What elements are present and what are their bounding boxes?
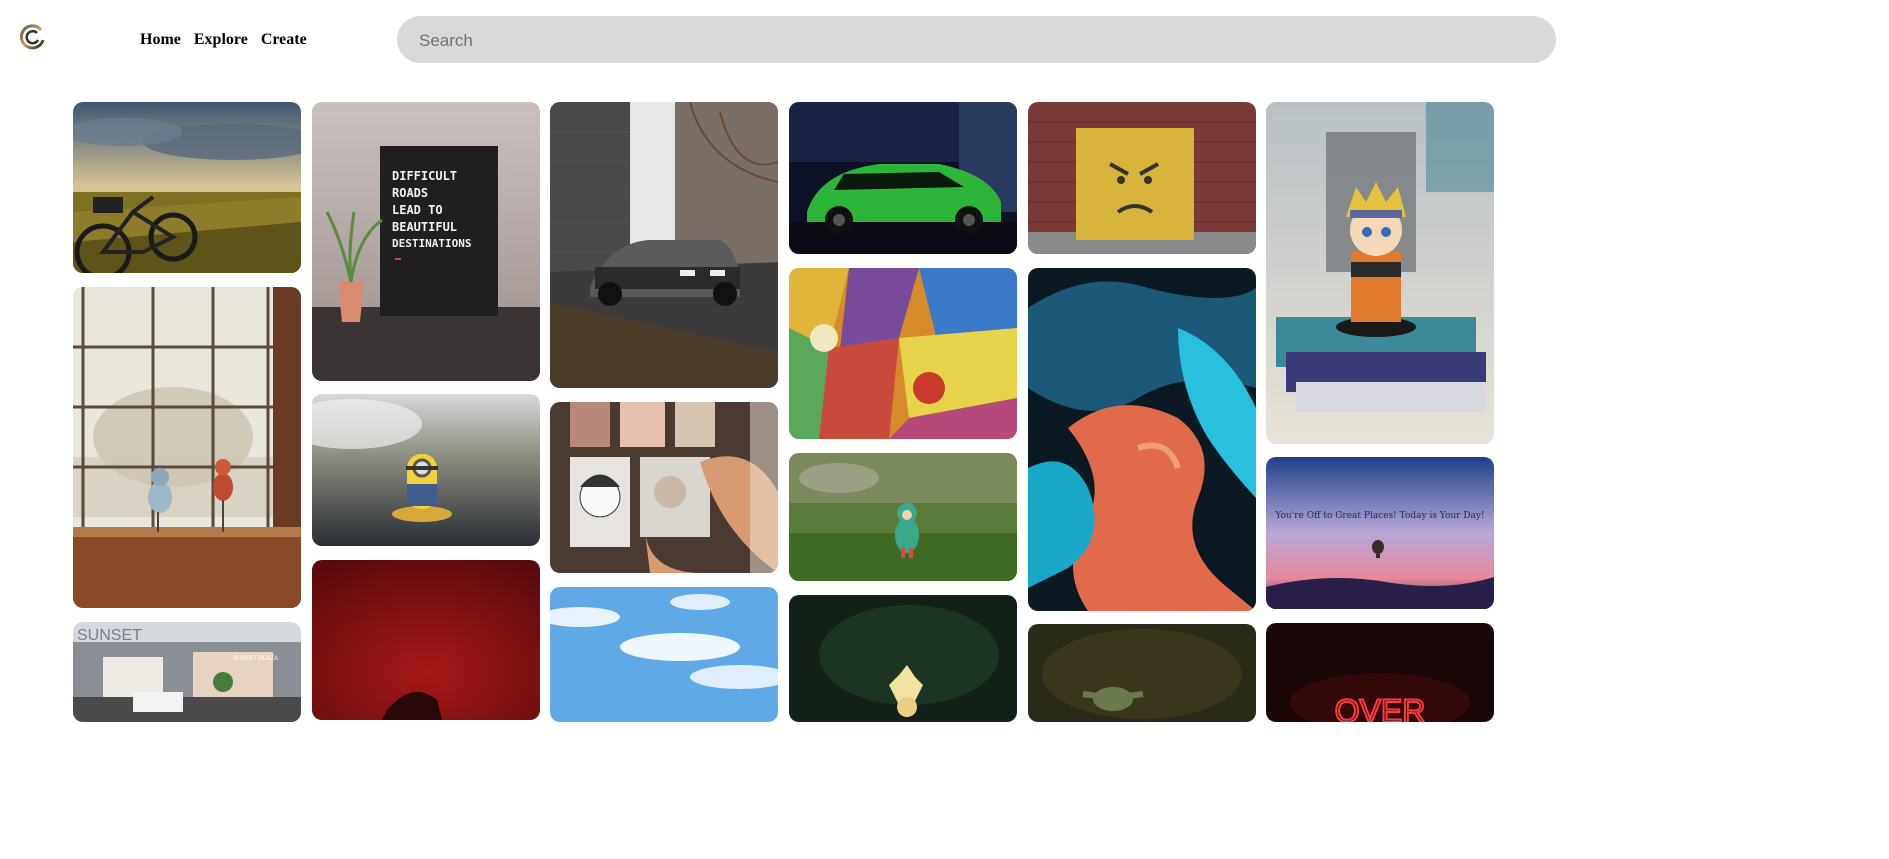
- mural-image: [789, 268, 1017, 439]
- fluid-art-image: [1028, 268, 1256, 611]
- anime-drawings-image: [550, 402, 778, 573]
- photo-anime-drawings[interactable]: [550, 402, 778, 573]
- baby-yoda-image: [1028, 624, 1256, 722]
- photo-naruto-figure[interactable]: [1266, 102, 1494, 444]
- minion-image: [312, 394, 540, 546]
- sky-quote-text: You're Off to Great Places! Today is You…: [1274, 511, 1484, 521]
- letterboard-line-2: ROADS: [392, 186, 428, 200]
- letterboard-line-1: DIFFICULT: [392, 169, 457, 183]
- sunset-sign-text: SUNSET: [77, 627, 142, 644]
- challenger-image: [550, 102, 778, 388]
- photo-sunset-plaza[interactable]: SUNSET SUNSET PLAZA: [73, 622, 301, 722]
- photo-neon-sign[interactable]: OVER: [1266, 623, 1494, 722]
- neon-sign-image: OVER: [1266, 623, 1494, 722]
- dark-figurine-image: [789, 595, 1017, 722]
- photo-blue-sky[interactable]: [550, 587, 778, 722]
- neon-text: OVER: [1335, 693, 1426, 722]
- letterboard-line-4: BEAUTIFUL: [392, 220, 457, 234]
- sunset-plaza-image: SUNSET SUNSET PLAZA: [73, 622, 301, 722]
- photo-letterboard-quote[interactable]: DIFFICULT ROADS LEAD TO BEAUTIFUL DESTIN…: [312, 102, 540, 381]
- photo-bike-field[interactable]: [73, 102, 301, 273]
- sky-quote-image: You're Off to Great Places! Today is You…: [1266, 457, 1494, 609]
- photo-sky-quote[interactable]: You're Off to Great Places! Today is You…: [1266, 457, 1494, 609]
- naruto-figure-image: [1266, 102, 1494, 444]
- angry-face-image: [1028, 102, 1256, 254]
- grass-figure-image: [789, 453, 1017, 581]
- window-birds-image: [73, 287, 301, 608]
- photo-fluid-art[interactable]: [1028, 268, 1256, 611]
- photo-red-background[interactable]: [312, 560, 540, 720]
- photo-dark-figurine[interactable]: [789, 595, 1017, 722]
- photo-hooded-figure-grass[interactable]: [789, 453, 1017, 581]
- photo-colorful-mural[interactable]: [789, 268, 1017, 439]
- photo-baby-yoda[interactable]: [1028, 624, 1256, 722]
- photo-angry-face-sign[interactable]: [1028, 102, 1256, 254]
- sunset-plaza-text: SUNSET PLAZA: [233, 656, 278, 662]
- sky-image: [550, 587, 778, 722]
- photo-grid: SUNSET SUNSET PLAZA DIFFICULT ROADS LEAD…: [0, 0, 1568, 722]
- photo-bird-figures-window[interactable]: [73, 287, 301, 608]
- photo-minion-figure[interactable]: [312, 394, 540, 546]
- red-image: [312, 560, 540, 720]
- letterboard-image: DIFFICULT ROADS LEAD TO BEAUTIFUL DESTIN…: [312, 102, 540, 381]
- photo-green-amg[interactable]: [789, 102, 1017, 254]
- bike-field-image: [73, 102, 301, 273]
- letterboard-line-3: LEAD TO: [392, 203, 443, 217]
- photo-dodge-challenger[interactable]: [550, 102, 778, 388]
- letterboard-line-5: DESTINATIONS: [392, 237, 471, 250]
- green-car-image: [789, 102, 1017, 254]
